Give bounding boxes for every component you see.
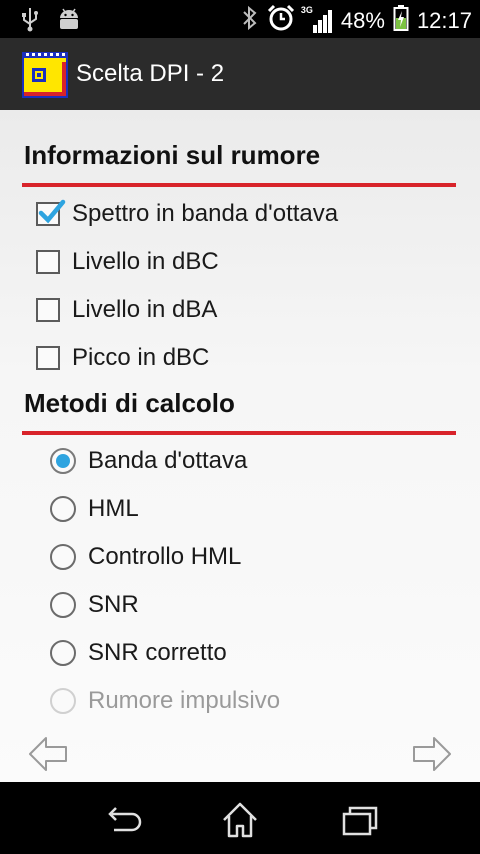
arrow-right-icon[interactable]	[410, 734, 454, 774]
content-area: Informazioni sul rumore Spettro in banda…	[0, 110, 480, 782]
radio-row-controllo-hml[interactable]: Controllo HML	[50, 537, 241, 577]
radio-unselected[interactable]	[50, 496, 76, 522]
checkbox-unchecked[interactable]	[36, 298, 60, 322]
usb-icon	[22, 6, 38, 37]
noise-section-divider	[22, 183, 456, 187]
bluetooth-icon	[241, 5, 259, 36]
radio-label: HML	[88, 495, 139, 522]
noise-section-title: Informazioni sul rumore	[24, 140, 321, 170]
checkbox-row-picco[interactable]: Picco in dBC	[36, 338, 209, 378]
radio-selected[interactable]	[50, 448, 76, 474]
status-bar: 3G 48% 12:17	[0, 0, 480, 38]
checkbox-label: Spettro in banda d'ottava	[72, 200, 339, 227]
back-icon[interactable]	[98, 800, 146, 840]
radio-label: SNR corretto	[88, 639, 227, 666]
radio-unselected[interactable]	[50, 640, 76, 666]
recent-apps-icon[interactable]	[336, 800, 384, 840]
radio-disabled	[50, 688, 76, 714]
checkbox-label: Livello in dBC	[72, 248, 219, 275]
home-icon[interactable]	[216, 800, 264, 840]
checkbox-row-dbc[interactable]: Livello in dBC	[36, 242, 219, 282]
radio-unselected[interactable]	[50, 544, 76, 570]
radio-row-banda[interactable]: Banda d'ottava	[50, 441, 247, 481]
checkbox-row-dba[interactable]: Livello in dBA	[36, 290, 217, 330]
clock: 12:17	[416, 7, 472, 33]
methods-section-title: Metodi di calcolo	[24, 388, 235, 418]
radio-row-snr-corretto[interactable]: SNR corretto	[50, 633, 227, 673]
page-title: Scelta DPI - 2	[76, 60, 225, 87]
checkbox-checked[interactable]	[36, 199, 66, 226]
alarm-icon	[267, 4, 295, 37]
checkbox-unchecked[interactable]	[36, 346, 60, 370]
radio-label: SNR	[88, 591, 139, 618]
battery-percent: 48%	[340, 7, 385, 33]
radio-label: Rumore impulsivo	[88, 687, 281, 714]
radio-row-hml[interactable]: HML	[50, 489, 139, 529]
checkbox-label: Picco in dBC	[72, 344, 210, 371]
app-logo-icon[interactable]	[22, 52, 68, 98]
system-nav-bar	[0, 782, 480, 854]
battery-charging-icon	[393, 4, 409, 37]
checkbox-unchecked[interactable]	[36, 250, 60, 274]
android-debug-icon	[56, 6, 82, 37]
signal-icon: 3G	[301, 5, 333, 35]
radio-unselected[interactable]	[50, 592, 76, 618]
radio-label: Banda d'ottava	[88, 447, 248, 474]
arrow-left-icon[interactable]	[26, 734, 70, 774]
radio-row-rumore-impulsivo: Rumore impulsivo	[50, 681, 280, 721]
methods-section-divider	[22, 431, 456, 435]
action-bar: Scelta DPI - 2	[0, 38, 480, 110]
checkbox-label: Livello in dBA	[72, 296, 218, 323]
radio-label: Controllo HML	[88, 543, 242, 570]
checkbox-row-spettro[interactable]: Spettro in banda d'ottava	[36, 194, 338, 234]
radio-row-snr[interactable]: SNR	[50, 585, 139, 625]
